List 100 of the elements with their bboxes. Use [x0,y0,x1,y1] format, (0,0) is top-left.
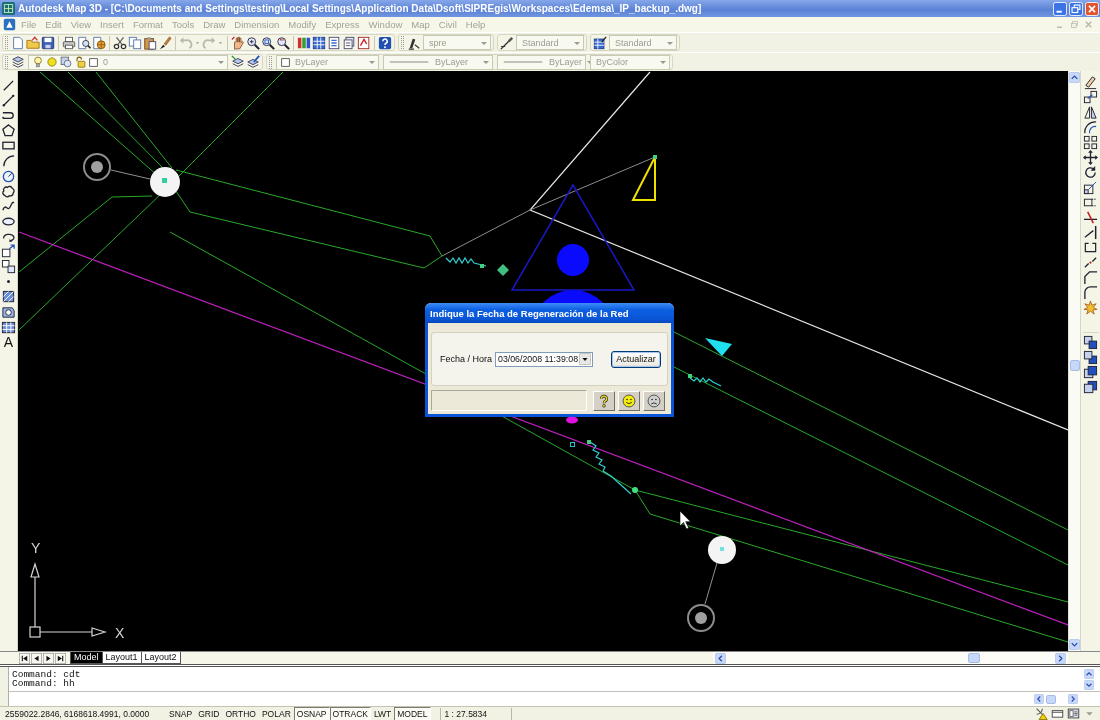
below-square-icon[interactable] [1083,380,1098,395]
zoom-window-icon[interactable] [261,35,275,50]
markup-page-icon[interactable] [357,35,371,50]
table-icon[interactable] [1,319,16,335]
chevron-right-icon[interactable] [1055,652,1066,664]
close-icon[interactable] [1085,1,1099,16]
chamfer-icon[interactable] [1083,270,1098,285]
layout-tab[interactable]: Layout1 [101,652,142,664]
move-arrows-icon[interactable] [1083,150,1098,165]
back-square-icon[interactable] [1083,350,1098,365]
front-square-icon[interactable] [1083,335,1098,350]
copy-objects-icon[interactable] [1083,90,1098,105]
coordinates-readout: 2559022.2846, 6168618.4991, 0.0000 [4,708,151,719]
rotate-icon[interactable] [1083,165,1098,180]
minimize-icon[interactable] [1053,1,1067,16]
eraser-icon[interactable] [1083,75,1098,90]
status-toggle[interactable]: SNAP [166,706,196,720]
cloud-icon[interactable] [1,183,16,199]
status-toggle[interactable]: LWT [370,706,395,720]
restore-icon[interactable] [1069,1,1083,16]
break-line-icon[interactable] [1083,255,1098,270]
command-line: Command: cdt [12,670,82,679]
horizontal-scrollbar[interactable] [1034,693,1078,705]
scale-squares-icon[interactable] [1083,180,1098,195]
toolbar-grip[interactable] [269,55,272,69]
blank-page-icon[interactable] [11,35,25,50]
hatch-icon[interactable] [1,289,16,305]
two-pages-icon[interactable] [128,35,142,50]
chevron-right-icon[interactable] [1068,694,1078,704]
brush-line-icon[interactable] [500,35,514,50]
chevron-down-icon[interactable] [1069,639,1080,650]
hand-icon[interactable] [231,35,245,50]
vertical-scrollbar[interactable] [1082,667,1096,691]
block-icon[interactable] [1,259,16,275]
scrollbar-thumb[interactable] [1069,359,1080,371]
toolbar-grip[interactable] [401,36,404,49]
chevron-down-icon[interactable] [1084,680,1094,690]
layout-tab[interactable]: Model [70,652,103,664]
antenna-warning-icon[interactable] [1035,707,1048,720]
sheets-arrow-icon[interactable] [231,55,245,69]
pentagon-icon[interactable] [1,123,16,139]
status-toggle[interactable]: GRID [195,706,223,720]
fillet-icon[interactable] [1083,285,1098,300]
window-frame-icon[interactable] [1051,707,1064,720]
page-magnifier-icon[interactable] [77,35,91,50]
stacked-pages-icon[interactable] [342,35,356,50]
status-toggle[interactable]: MODEL [394,706,431,720]
status-toggle[interactable]: OTRACK [329,706,371,720]
toolbar-grip[interactable] [5,36,8,49]
color-bars-icon[interactable] [297,35,311,50]
vertical-scrollbar[interactable] [1068,71,1080,651]
toolbar-grip[interactable] [5,55,8,69]
stacked-sheets-icon[interactable] [11,55,25,69]
table-edit-icon[interactable] [593,35,607,50]
break-rect-icon[interactable] [1083,240,1098,255]
sheets-pencil-icon[interactable] [246,55,260,69]
zoom-arrow-icon[interactable] [276,35,290,50]
panel-icon[interactable] [1067,707,1080,720]
offset-arcs-icon[interactable] [1083,120,1098,135]
command-line: Command: hh [12,679,76,688]
block-insert-icon[interactable] [1,244,16,260]
status-toggle[interactable]: ORTHO [222,706,259,720]
scrollbar-thumb[interactable] [1046,694,1056,704]
circle-icon[interactable] [1,168,16,184]
extend-icon[interactable] [1083,225,1098,240]
status-toggle[interactable]: OSNAP [293,706,330,720]
chevron-left-icon[interactable] [1034,694,1044,704]
globe-page-icon[interactable] [92,35,106,50]
printer-icon[interactable] [62,35,76,50]
grid-panel-icon[interactable] [312,35,326,50]
scissors-icon[interactable] [113,35,127,50]
clipboard-icon[interactable] [143,35,157,50]
command-window-grip[interactable] [0,667,9,706]
layout-tab[interactable]: Layout2 [140,652,181,664]
text-tool-button[interactable]: A [3,334,14,350]
help-icon[interactable] [378,35,392,50]
arc-icon[interactable] [1,153,16,169]
skip-back-icon[interactable] [19,652,30,664]
chevron-up-icon[interactable] [1069,72,1080,83]
folder-icon[interactable] [26,35,40,50]
explode-icon[interactable] [1083,300,1098,315]
mirror-triangle-icon[interactable] [1083,105,1098,120]
scrollbar-thumb[interactable] [968,653,980,663]
status-toggle[interactable]: POLAR [258,706,294,720]
palette-page-icon[interactable] [327,35,341,50]
zoom-plus-icon[interactable] [246,35,260,50]
above-square-icon[interactable] [1083,365,1098,380]
horizontal-scrollbar[interactable] [713,652,1068,664]
chevron-left-icon[interactable] [715,652,726,664]
play-icon[interactable] [43,652,54,664]
array-grid-icon[interactable] [1083,135,1098,150]
chevron-up-icon[interactable] [1084,669,1094,679]
trim-icon[interactable] [1083,210,1098,225]
window-title: Autodesk Map 3D - [C:\Documents and Settings\testing\Local Settings\Application Data\Dsoft\SIPREgis\Workspaces\Edemsa\_IP_backup_.dwg] [18,3,703,14]
paintbrush-icon[interactable] [158,35,172,50]
drawing-doc-icon[interactable] [3,18,16,31]
region-icon[interactable] [1,304,16,320]
skip-forward-icon[interactable] [55,652,66,664]
dotted-line-icon[interactable] [1,93,16,109]
play-back-icon[interactable] [31,652,42,664]
